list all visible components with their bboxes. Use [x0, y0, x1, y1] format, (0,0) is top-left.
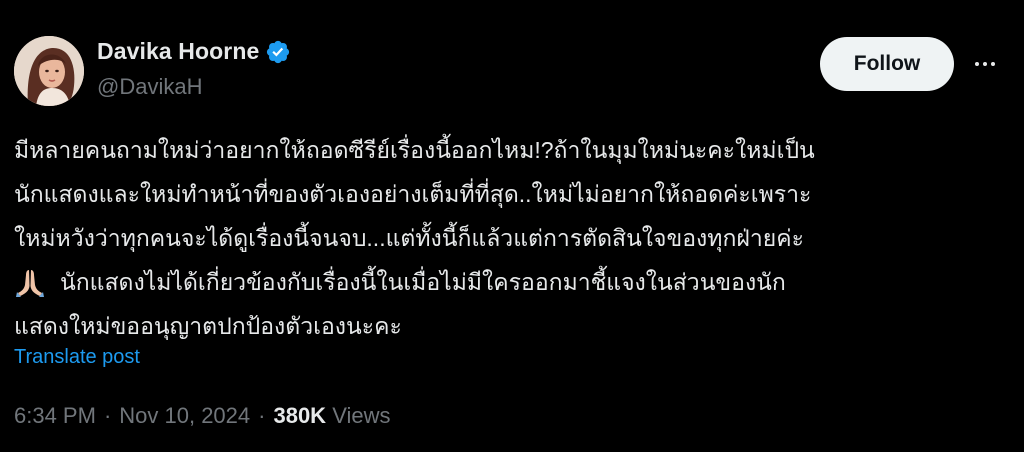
post-line: นักแสดงไม่ได้เกี่ยวข้องกับเรื่องนี้ในเมื…: [60, 269, 786, 295]
post-time[interactable]: 6:34 PM: [14, 403, 96, 429]
more-dot: [983, 62, 987, 66]
meta-separator: ·: [103, 403, 112, 428]
post-line-with-emoji: นักแสดงไม่ได้เกี่ยวข้องกับเรื่องนี้ในเมื…: [14, 260, 1004, 304]
more-icon[interactable]: [970, 50, 1000, 78]
avatar[interactable]: [14, 36, 84, 106]
post-line: มีหลายคนถามใหม่ว่าอยากให้ถอดซีรีย์เรื่อง…: [14, 137, 815, 163]
post-line: ใหม่หวังว่าทุกคนจะได้ดูเรื่องนี้จนจบ...แ…: [14, 225, 804, 251]
post-line: นักแสดงและใหม่ทำหน้าที่ของตัวเองอย่างเต็…: [14, 181, 812, 207]
avatar-photo: [14, 36, 84, 106]
author-display-name[interactable]: Davika Hoorne: [97, 38, 259, 65]
tweet: Davika Hoorne @DavikaH Follow มีหลายคนถา…: [0, 0, 1024, 452]
views-count: 380K: [273, 403, 327, 428]
verified-badge-icon: [265, 39, 291, 65]
more-dot: [975, 62, 979, 66]
author-name-row[interactable]: Davika Hoorne: [97, 38, 291, 65]
meta-separator: ·: [258, 403, 266, 428]
post-text: มีหลายคนถามใหม่ว่าอยากให้ถอดซีรีย์เรื่อง…: [14, 128, 1004, 348]
views-label: Views: [332, 403, 391, 428]
post-line: แสดงใหม่ขออนุญาตปกป้องตัวเองนะคะ: [14, 313, 402, 339]
follow-button[interactable]: Follow: [820, 37, 954, 91]
author-handle[interactable]: @DavikaH: [97, 74, 202, 100]
more-dot: [991, 62, 995, 66]
folded-hands-icon: [14, 267, 46, 297]
post-meta: 6:34 PM · Nov 10, 2024 · 380K Views: [14, 403, 390, 429]
post-date[interactable]: Nov 10, 2024: [119, 403, 250, 429]
translate-post-link[interactable]: Translate post: [14, 346, 140, 369]
